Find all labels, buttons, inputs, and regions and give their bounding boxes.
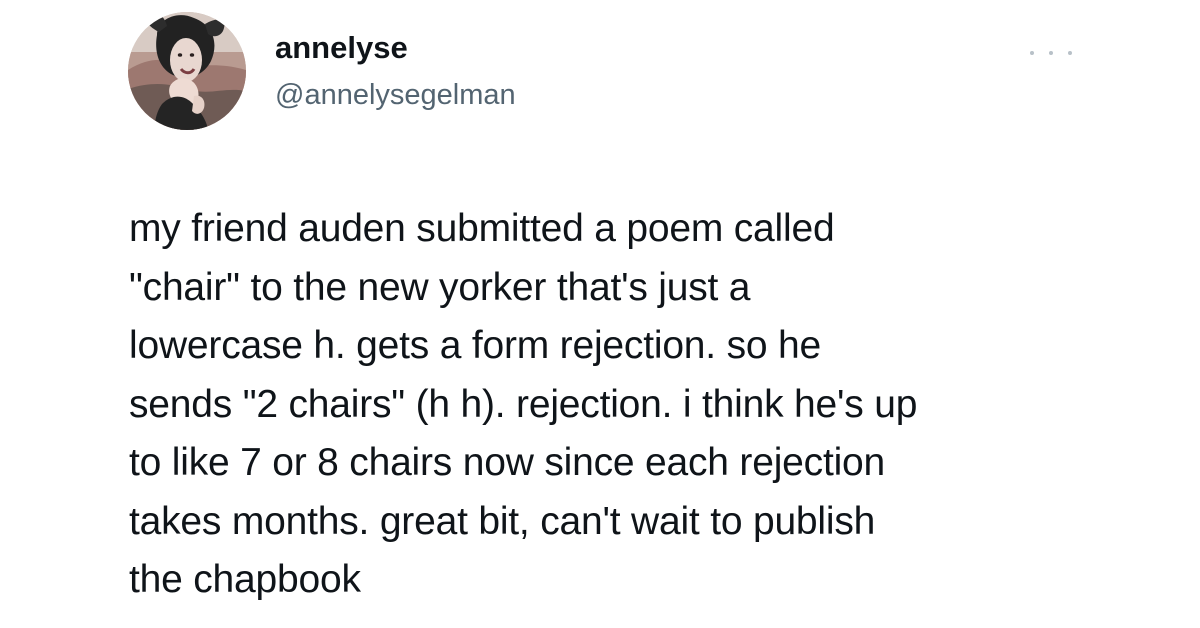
tweet-header: annelyse @annelysegelman — [128, 12, 1088, 132]
more-dot — [1049, 51, 1053, 55]
profile-photo — [128, 12, 246, 130]
display-name[interactable]: annelyse — [275, 30, 516, 66]
handle[interactable]: @annelysegelman — [275, 78, 516, 112]
more-options-icon[interactable] — [1030, 44, 1072, 62]
tweet-text: my friend auden submitted a poem called … — [129, 207, 918, 601]
tweet-card: annelyse @annelysegelman my friend auden… — [0, 0, 1200, 628]
avatar[interactable] — [128, 12, 246, 130]
more-dot — [1030, 51, 1034, 55]
author-identity: annelyse @annelysegelman — [275, 30, 516, 112]
more-dot — [1068, 51, 1072, 55]
